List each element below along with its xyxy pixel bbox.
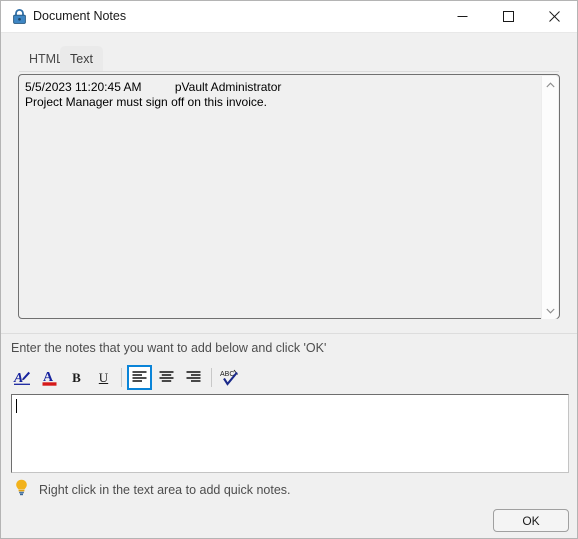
- tab-text[interactable]: Text: [60, 46, 103, 72]
- tab-underline: [19, 71, 559, 72]
- toolbar-separator-1: [121, 368, 122, 387]
- font-color-a-icon[interactable]: A: [37, 365, 62, 390]
- instruction-label: Enter the notes that you want to add bel…: [11, 341, 327, 355]
- font-a-pen-icon[interactable]: A: [10, 365, 35, 390]
- formatting-toolbar: A A B U ABC: [10, 364, 244, 391]
- maximize-icon[interactable]: [485, 1, 531, 31]
- note-input-area[interactable]: [11, 394, 569, 473]
- title-bar: Document Notes: [1, 1, 577, 33]
- underline-label: U: [98, 369, 109, 385]
- align-center-icon[interactable]: [154, 365, 179, 390]
- existing-notes-panel[interactable]: 5/5/2023 11:20:45 AM pVault Administrato…: [18, 74, 560, 319]
- document-notes-dialog: Document Notes HTML Text 5/5/2023 11:20:…: [0, 0, 578, 539]
- chevron-up-icon[interactable]: [542, 76, 558, 93]
- align-left-icon[interactable]: [127, 365, 152, 390]
- spellcheck-abc-icon[interactable]: ABC: [217, 365, 242, 390]
- ok-button[interactable]: OK: [493, 509, 569, 532]
- lock-icon: [11, 8, 28, 25]
- lightbulb-icon: [15, 479, 28, 501]
- minimize-icon[interactable]: [439, 1, 485, 31]
- close-icon[interactable]: [531, 1, 577, 31]
- chevron-down-icon[interactable]: [542, 302, 558, 319]
- hint-text: Right click in the text area to add quic…: [39, 483, 291, 497]
- existing-notes-text: 5/5/2023 11:20:45 AM pVault Administrato…: [25, 80, 282, 109]
- section-divider: [1, 333, 577, 334]
- underline-icon[interactable]: U: [91, 365, 116, 390]
- window-title: Document Notes: [33, 9, 127, 23]
- toolbar-separator-2: [211, 368, 212, 387]
- bold-icon[interactable]: B: [64, 365, 89, 390]
- bold-label: B: [72, 369, 81, 385]
- text-caret: [16, 399, 17, 413]
- hint-row: Right click in the text area to add quic…: [15, 479, 291, 501]
- align-right-icon[interactable]: [181, 365, 206, 390]
- notes-scrollbar[interactable]: [541, 76, 558, 319]
- tab-strip: HTML Text: [19, 46, 559, 72]
